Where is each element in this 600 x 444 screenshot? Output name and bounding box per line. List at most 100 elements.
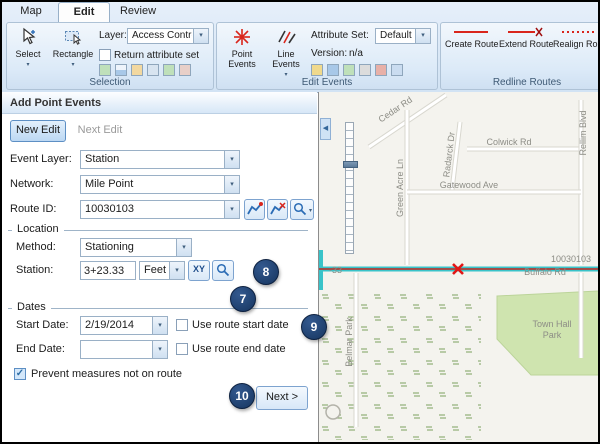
label-route-number: 10030103 — [551, 254, 591, 264]
edit-events-tool-icon-3[interactable] — [343, 64, 355, 76]
xy-icon: XY — [189, 261, 209, 278]
selection-tool-icon-5[interactable] — [163, 64, 175, 76]
callout-9: 9 — [301, 314, 327, 340]
chevron-down-icon: ▾ — [309, 207, 312, 214]
use-route-start-date-checkbox[interactable] — [176, 319, 188, 331]
zoom-slider-handle[interactable] — [343, 161, 358, 168]
point-events-label: Point Events — [228, 49, 256, 69]
method-dropdown[interactable]: Stationing ▾ — [80, 238, 192, 257]
panel-collapse-button[interactable]: ◀ — [320, 118, 331, 140]
edit-events-tool-icon-6[interactable] — [391, 64, 403, 76]
edit-events-tool-icon-4[interactable] — [359, 64, 371, 76]
station-input[interactable] — [80, 261, 136, 280]
create-route-line-icon — [453, 27, 489, 37]
xy-coordinates-button[interactable]: XY — [188, 260, 210, 281]
label-rellim-blvd: Rellim Blvd — [578, 110, 588, 155]
chevron-down-icon: ▾ — [9, 60, 47, 70]
selection-tool-icon-6[interactable] — [179, 64, 191, 76]
next-button[interactable]: Next > — [256, 386, 308, 410]
method-value: Stationing — [85, 239, 175, 256]
label-station-tick: -33 — [329, 265, 342, 275]
use-route-end-date-label: Use route end date — [192, 343, 286, 355]
network-dropdown[interactable]: Mile Point ▾ — [80, 175, 240, 194]
start-date-picker[interactable]: 2/19/2014 ▾ — [80, 316, 168, 335]
extend-route-line-icon — [507, 27, 543, 37]
rectangle-select-icon — [63, 27, 83, 47]
realign-route-button[interactable]: Realign Route — [553, 26, 600, 76]
cul-de-sac-circle — [326, 405, 340, 419]
event-layer-dropdown[interactable]: Station ▾ — [80, 150, 240, 169]
selection-tool-icon-4[interactable] — [147, 64, 159, 76]
selection-tool-icon-2[interactable] — [115, 64, 127, 76]
attribute-set-dropdown[interactable]: Default ▾ — [375, 28, 431, 44]
panel-title: Add Point Events — [2, 92, 317, 114]
tab-review[interactable]: Review — [112, 3, 164, 19]
return-attribute-set-label: Return attribute set — [114, 50, 199, 61]
edit-events-tool-icon-2[interactable] — [327, 64, 339, 76]
callout-8: 8 — [253, 259, 279, 285]
line-events-icon — [276, 27, 296, 47]
ribbon: Map Edit Review Select ▾ Rectangle ▾ — [2, 2, 598, 93]
edit-events-tool-icon-5[interactable] — [375, 64, 387, 76]
next-edit-button[interactable]: Next Edit — [70, 120, 130, 142]
search-icon — [293, 202, 307, 216]
label-belmar-park: Belmar Park — [344, 317, 354, 367]
rectangle-button[interactable]: Rectangle ▾ — [49, 26, 97, 76]
clear-route-selection-button[interactable] — [267, 199, 288, 220]
select-cursor-icon — [18, 27, 38, 47]
units-value: Feet — [144, 262, 168, 279]
map-canvas[interactable]: ◀ — [318, 92, 599, 442]
dates-section-rule: Dates — [8, 308, 308, 309]
extend-route-button[interactable]: Extend Route — [499, 26, 551, 76]
version-label: Version: — [311, 48, 347, 59]
chevron-down-icon: ▾ — [169, 262, 184, 279]
label-gatewood-ave: Gatewood Ave — [440, 180, 498, 190]
layer-dropdown[interactable]: Access Control ▾ — [127, 28, 209, 44]
line-events-button[interactable]: Line Events ▾ — [265, 26, 307, 76]
end-date-picker[interactable]: ▾ — [80, 340, 168, 359]
select-route-on-map-button[interactable] — [244, 199, 265, 220]
chevron-down-icon: ▾ — [415, 29, 430, 43]
new-edit-button[interactable]: New Edit — [10, 120, 66, 142]
chevron-down-icon: ▾ — [224, 151, 239, 168]
label-buffalo-rd: Buffalo Rd — [524, 267, 566, 277]
route-id-combo[interactable]: 10030103 ▾ — [80, 200, 240, 219]
network-value: Mile Point — [85, 176, 223, 193]
return-attribute-set-checkbox[interactable] — [99, 49, 111, 61]
route-polyline-x-icon — [270, 202, 286, 216]
ribbon-group-redline-routes: Create Route Extend Route Realign Route … — [440, 22, 600, 90]
create-route-button[interactable]: Create Route — [445, 26, 497, 76]
search-icon — [216, 263, 230, 277]
extend-route-label: Extend Route — [499, 39, 554, 49]
location-section-rule: Location — [8, 230, 308, 231]
edit-events-group-title: Edit Events — [217, 77, 437, 88]
end-date-label: End Date: — [16, 343, 65, 355]
realign-route-line-icon — [561, 27, 597, 37]
edit-events-tool-icon-1[interactable] — [311, 64, 323, 76]
selection-tool-icon-3[interactable] — [131, 64, 143, 76]
label-town-hall-2: Park — [543, 330, 562, 340]
line-events-label: Line Events — [272, 49, 300, 69]
selection-group-title: Selection — [7, 77, 213, 88]
event-editor-window: Map Edit Review Select ▾ Rectangle ▾ — [0, 0, 600, 444]
units-dropdown[interactable]: Feet ▾ — [139, 261, 185, 280]
tab-map[interactable]: Map — [8, 3, 54, 19]
zoom-slider[interactable] — [345, 122, 354, 254]
tab-edit[interactable]: Edit — [58, 2, 110, 22]
chevron-down-icon: ▾ — [152, 317, 167, 334]
map-graphics: Cedar Rd Green Acre Ln Radarck Dr Colwic… — [319, 92, 599, 442]
dates-section-title: Dates — [12, 301, 51, 313]
start-date-value: 2/19/2014 — [85, 317, 151, 334]
station-search-button[interactable] — [212, 260, 234, 281]
route-search-button[interactable]: ▾ — [290, 199, 314, 220]
redline-routes-group-title: Redline Routes — [441, 77, 600, 88]
rectangle-label: Rectangle — [53, 49, 94, 59]
select-button[interactable]: Select ▾ — [9, 26, 47, 76]
prevent-measures-checkbox[interactable]: ✓ — [14, 368, 26, 380]
use-route-end-date-checkbox[interactable] — [176, 343, 188, 355]
point-events-button[interactable]: Point Events — [221, 26, 263, 76]
selection-tool-icon-1[interactable] — [99, 64, 111, 76]
chevron-down-icon: ▾ — [152, 341, 167, 358]
ribbon-group-edit-events: Point Events Line Events ▾ Attribute Set… — [216, 22, 438, 90]
realign-route-label: Realign Route — [553, 39, 600, 49]
